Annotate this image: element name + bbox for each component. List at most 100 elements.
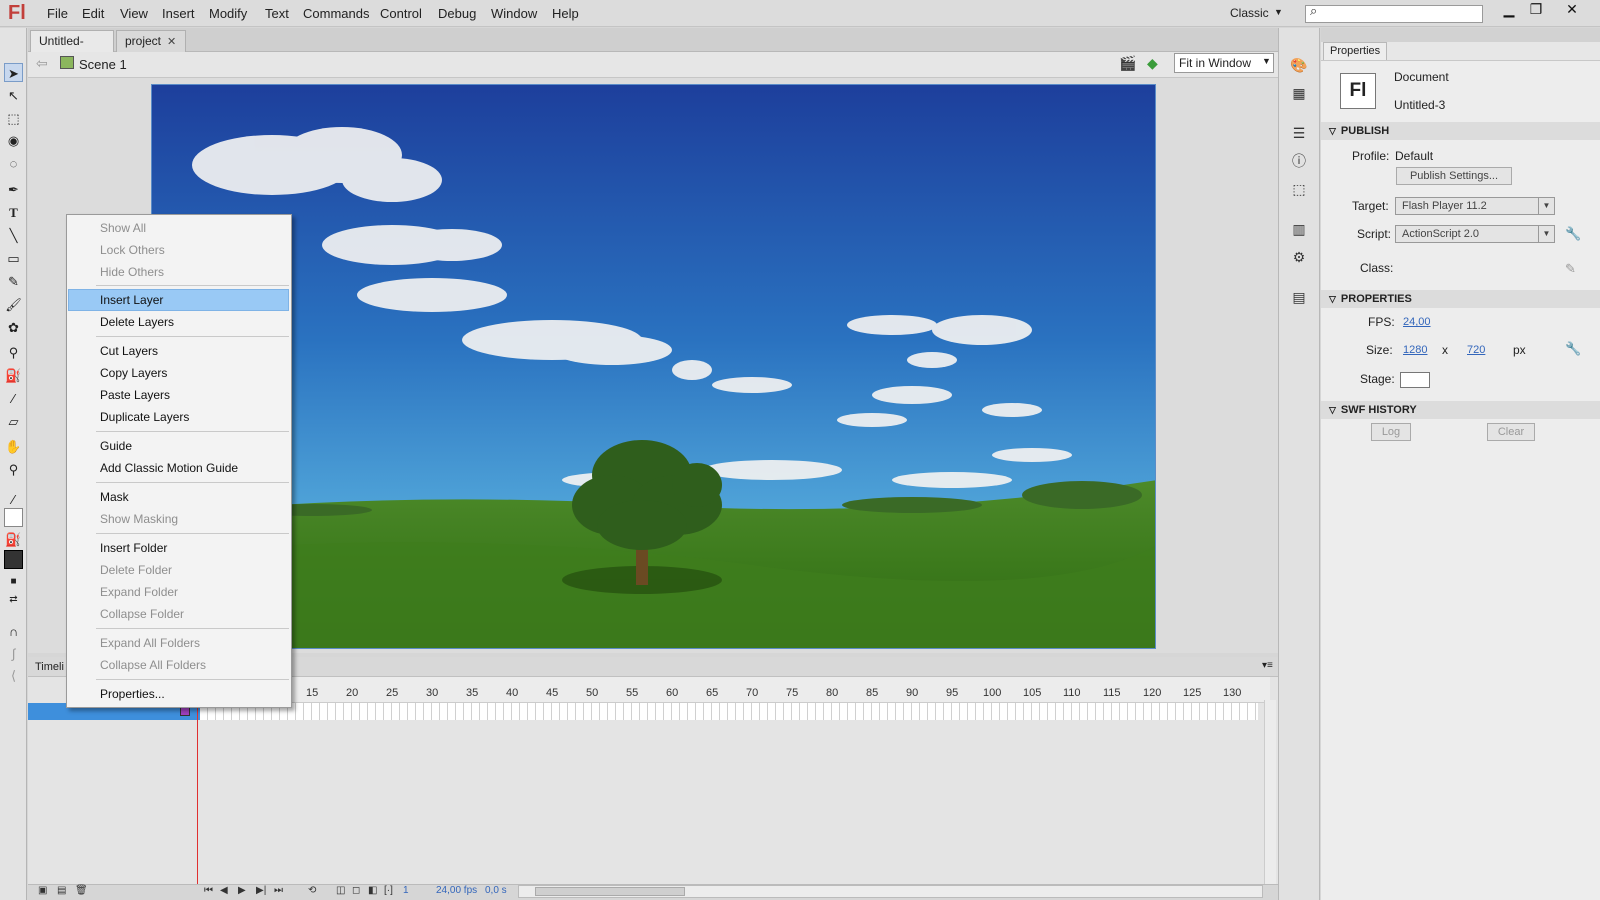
onion-markers-icon[interactable]: [·] — [384, 885, 393, 896]
brush-icon[interactable]: 🖌 — [4, 295, 23, 314]
menu-item-paste-layers[interactable]: Paste Layers — [100, 388, 170, 402]
menu-item-insert-layer[interactable]: Insert Layer — [100, 293, 163, 307]
workspace-switcher[interactable]: Classic — [1230, 6, 1269, 20]
menu-help[interactable]: Help — [552, 6, 579, 21]
zoom-tool-icon[interactable]: ⚲ — [4, 460, 23, 479]
fill-bucket-icon[interactable]: ⛽ — [4, 530, 23, 549]
rectangle-tool-icon[interactable]: ▭ — [4, 249, 23, 268]
free-transform-icon[interactable]: ⬚ — [4, 109, 23, 128]
paint-bucket-icon[interactable]: ⛽ — [4, 366, 23, 385]
eyedropper-icon[interactable]: ⁄ — [4, 389, 23, 408]
deco-tool-icon[interactable]: ✿ — [4, 318, 23, 337]
edit-scene-icon[interactable]: 🎬 — [1119, 55, 1136, 72]
fill-swatch[interactable] — [4, 550, 23, 569]
align-icon[interactable]: ☰ — [1290, 124, 1308, 142]
first-frame-icon[interactable]: ⏮ — [204, 885, 213, 896]
library-icon[interactable]: ▥ — [1290, 220, 1308, 238]
menu-item-copy-layers[interactable]: Copy Layers — [100, 366, 167, 380]
menu-item-show-all[interactable]: Show All — [100, 221, 146, 235]
bone-tool-icon[interactable]: ⚲ — [4, 343, 23, 362]
menu-item-guide[interactable]: Guide — [100, 439, 132, 453]
fps-value[interactable]: 24,00 — [1403, 316, 1431, 328]
menu-edit[interactable]: Edit — [82, 6, 104, 21]
subselection-tool-icon[interactable]: ↖ — [4, 86, 23, 105]
wrench-icon[interactable]: 🔧 — [1565, 226, 1581, 242]
black-white-icon[interactable]: ■ — [4, 572, 23, 591]
chevron-down-icon[interactable]: ▼ — [1274, 7, 1283, 17]
transform-icon[interactable]: ⬚ — [1290, 180, 1308, 198]
pencil-icon[interactable]: ✎ — [4, 272, 23, 291]
snap-magnet-icon[interactable]: ∩ — [4, 622, 23, 641]
menu-item-mask[interactable]: Mask — [100, 490, 129, 504]
menu-item-lock-others[interactable]: Lock Others — [100, 243, 165, 257]
menu-commands[interactable]: Commands — [303, 6, 369, 21]
tab-untitled-3[interactable]: Untitled-3*✕ — [30, 30, 114, 69]
edit-class-pencil-icon[interactable]: ✎ — [1565, 261, 1576, 277]
scrollbar-thumb[interactable] — [535, 887, 685, 896]
chevron-down-icon[interactable]: ▼ — [1262, 56, 1271, 66]
stage-color-swatch[interactable] — [1400, 372, 1430, 388]
menu-file[interactable]: File — [47, 6, 68, 21]
close-window-button[interactable]: ✕ — [1557, 1, 1587, 19]
menu-item-collapse-all-folders[interactable]: Collapse All Folders — [100, 658, 206, 672]
menu-item-delete-folder[interactable]: Delete Folder — [100, 563, 172, 577]
new-folder-icon[interactable]: ▤ — [57, 885, 66, 896]
menu-item-show-masking[interactable]: Show Masking — [100, 512, 178, 526]
log-button[interactable]: Log — [1371, 423, 1411, 441]
edit-symbols-icon[interactable]: ◆ — [1147, 55, 1158, 72]
swap-colors-icon[interactable]: ⇄ — [4, 590, 23, 609]
menu-item-delete-layers[interactable]: Delete Layers — [100, 315, 174, 329]
menu-debug[interactable]: Debug — [438, 6, 476, 21]
selection-tool-icon[interactable]: ➤ — [4, 63, 23, 82]
tab-project[interactable]: project ✕ — [116, 30, 186, 52]
motion-presets-icon[interactable]: ▤ — [1290, 288, 1308, 306]
timeline-tab[interactable]: Timeli — [35, 661, 64, 673]
publish-section-header[interactable]: ▽ PUBLISH — [1321, 122, 1600, 140]
menu-item-collapse-folder[interactable]: Collapse Folder — [100, 607, 184, 621]
scene-label[interactable]: Scene 1 — [79, 57, 127, 72]
onion-outline-icon[interactable]: ◻ — [352, 885, 360, 896]
menu-control[interactable]: Control — [380, 6, 422, 21]
eraser-icon[interactable]: ▱ — [4, 412, 23, 431]
menu-item-cut-layers[interactable]: Cut Layers — [100, 344, 158, 358]
prev-frame-icon[interactable]: ◀ — [220, 885, 228, 896]
pen-icon[interactable]: ✒ — [4, 180, 23, 199]
panel-menu-icon[interactable]: ▾≡ — [1262, 660, 1273, 671]
frame-cells[interactable] — [200, 703, 1258, 720]
swatches-icon[interactable]: ▦ — [1290, 84, 1308, 102]
timeline-vertical-scrollbar[interactable] — [1264, 700, 1276, 885]
menu-item-insert-folder[interactable]: Insert Folder — [100, 541, 167, 555]
loop-icon[interactable]: ⟲ — [308, 885, 316, 896]
onion-skin-icon[interactable]: ◫ — [336, 885, 345, 896]
menu-item-properties[interactable]: Properties... — [100, 687, 165, 701]
menu-modify[interactable]: Modify — [209, 6, 247, 21]
zoom-select[interactable]: Fit in Window — [1174, 53, 1274, 73]
info-icon[interactable]: ⓘ — [1290, 152, 1308, 170]
next-frame-icon[interactable]: ▶| — [256, 885, 266, 896]
hand-tool-icon[interactable]: ✋ — [4, 437, 23, 456]
publish-settings-button[interactable]: Publish Settings... — [1396, 167, 1512, 185]
script-select[interactable]: ActionScript 2.0 ▼ — [1395, 225, 1555, 243]
play-icon[interactable]: ▶ — [238, 885, 246, 896]
height-value[interactable]: 720 — [1467, 344, 1485, 356]
menu-insert[interactable]: Insert — [162, 6, 195, 21]
lasso-icon[interactable]: ◌ — [4, 154, 23, 173]
menu-view[interactable]: View — [120, 6, 148, 21]
search-input[interactable] — [1305, 5, 1483, 23]
wrench-icon[interactable]: 🔧 — [1565, 341, 1581, 357]
clear-button[interactable]: Clear — [1487, 423, 1535, 441]
text-tool-icon[interactable]: T — [4, 203, 23, 222]
3d-rotation-icon[interactable]: ◉ — [4, 131, 23, 150]
menu-text[interactable]: Text — [265, 6, 289, 21]
stroke-swatch[interactable] — [4, 508, 23, 527]
menu-item-hide-others[interactable]: Hide Others — [100, 265, 164, 279]
menu-window[interactable]: Window — [491, 6, 537, 21]
smooth-icon[interactable]: ∫ — [4, 644, 23, 663]
delete-layer-icon[interactable]: 🗑 — [75, 885, 88, 896]
back-arrow-icon[interactable]: ⇦ — [36, 55, 48, 72]
frame-rate[interactable]: 24,00 fps — [436, 885, 477, 896]
last-frame-icon[interactable]: ⏭ — [274, 885, 283, 896]
menu-item-duplicate-layers[interactable]: Duplicate Layers — [100, 410, 189, 424]
minimize-button[interactable]: ▁ — [1494, 1, 1524, 19]
edit-multiple-icon[interactable]: ◧ — [368, 885, 377, 896]
